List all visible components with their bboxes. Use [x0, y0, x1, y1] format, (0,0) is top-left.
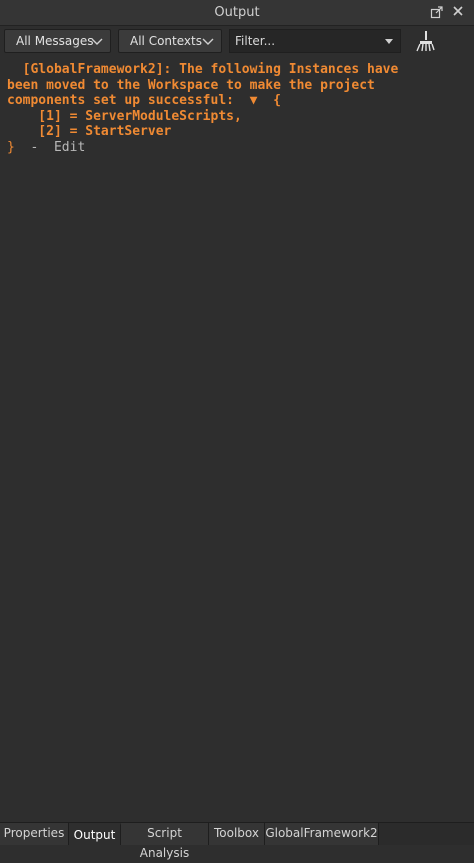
- tab-toolbox[interactable]: Toolbox: [209, 823, 265, 845]
- output-line[interactable]: components set up successful: ▼ {: [7, 93, 469, 109]
- output-line: [GlobalFramework2]: The following Instan…: [7, 62, 399, 77]
- chevron-down-icon: [202, 38, 214, 45]
- output-title-bar: Output: [0, 0, 474, 26]
- contexts-filter-dropdown[interactable]: All Contexts: [118, 29, 222, 53]
- chevron-down-icon: [91, 38, 103, 45]
- broom-icon: [416, 31, 435, 52]
- closing-brace: }: [7, 139, 15, 155]
- tab-properties[interactable]: Properties: [0, 823, 69, 845]
- undock-icon[interactable]: [429, 5, 445, 21]
- tab-globalframework2[interactable]: GlobalFramework2: [265, 823, 379, 845]
- output-line: [1] = ServerModuleScripts,: [7, 108, 242, 124]
- output-line-closing: } - Edit: [7, 140, 469, 156]
- filter-dropdown-arrow-icon[interactable]: [385, 39, 393, 44]
- filter-input[interactable]: Filter...: [229, 29, 401, 53]
- messages-filter-label: All Messages: [16, 34, 94, 48]
- close-icon[interactable]: [450, 5, 466, 21]
- messages-filter-dropdown[interactable]: All Messages: [4, 29, 111, 53]
- panel-tab-bar: Properties Output Script Analysis Toolbo…: [0, 822, 474, 860]
- edit-link[interactable]: Edit: [54, 140, 85, 155]
- output-log: [GlobalFramework2]: The following Instan…: [7, 62, 469, 155]
- output-line: [2] = StartServer: [7, 124, 172, 139]
- tab-output[interactable]: Output: [69, 823, 121, 845]
- filter-placeholder: Filter...: [235, 34, 276, 48]
- separator: -: [14, 139, 54, 155]
- output-line: been moved to the Workspace to make the …: [7, 77, 375, 93]
- clear-output-button[interactable]: [411, 29, 435, 53]
- tab-script-analysis[interactable]: Script Analysis: [121, 823, 209, 860]
- output-toolbar: All Messages All Contexts Filter...: [0, 26, 474, 56]
- contexts-filter-label: All Contexts: [130, 34, 202, 48]
- window-title: Output: [214, 5, 260, 20]
